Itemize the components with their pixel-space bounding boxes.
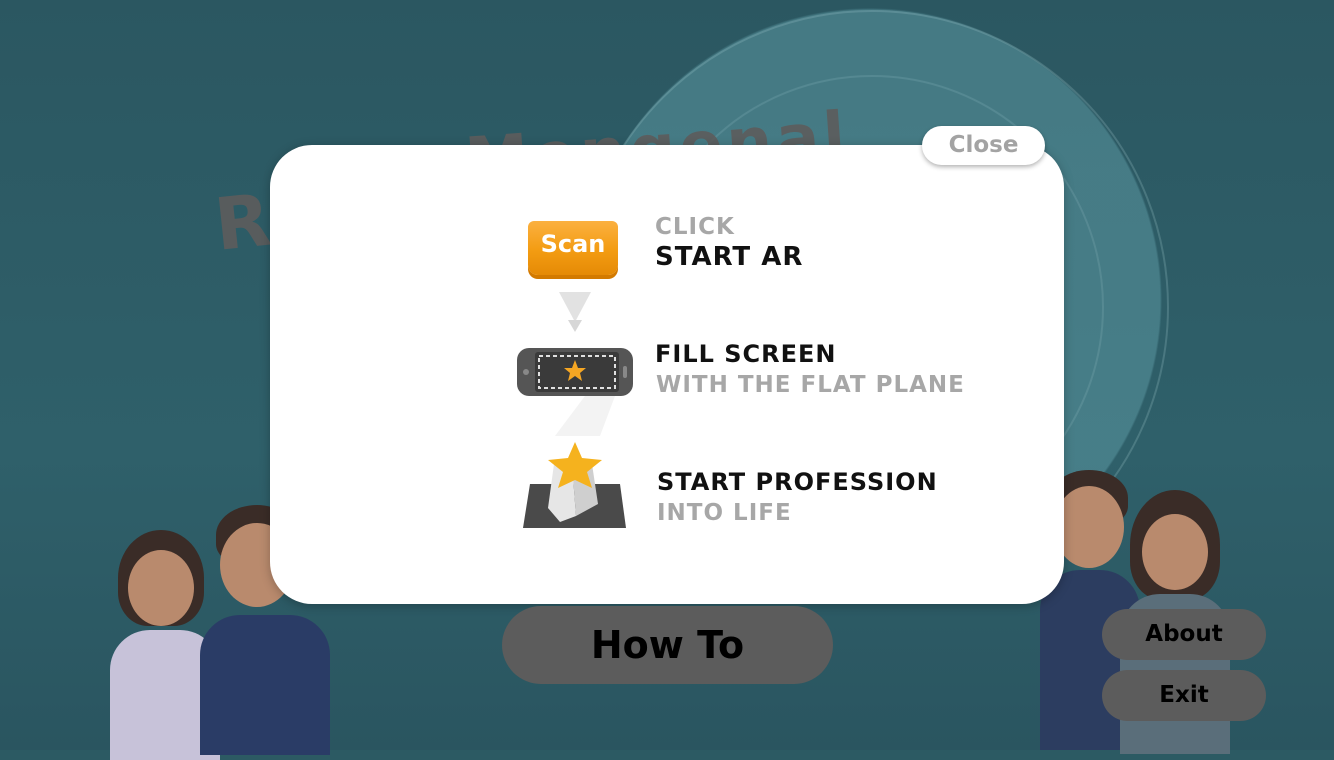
arrow-down-icon	[559, 292, 591, 332]
step3-line1: START PROFESSION	[657, 468, 938, 496]
phone-star-icon	[517, 348, 633, 396]
step1-line2: START AR	[655, 242, 804, 272]
close-button[interactable]: Close	[922, 126, 1045, 165]
light-beam-icon	[555, 396, 615, 436]
step2-line1: FILL SCREEN	[655, 340, 837, 368]
step1-line1: CLICK	[655, 214, 735, 240]
about-button[interactable]: About	[1102, 609, 1266, 660]
how-to-button[interactable]: How To	[502, 606, 833, 684]
step3-line2: INTO LIFE	[657, 500, 792, 526]
background-title-line2-left: R	[210, 177, 279, 267]
star-pedestal-icon	[523, 442, 626, 528]
step2-line2: WITH THE FLAT PLANE	[656, 372, 965, 398]
scan-button-icon: Scan	[528, 221, 618, 275]
exit-button[interactable]: Exit	[1102, 670, 1266, 721]
